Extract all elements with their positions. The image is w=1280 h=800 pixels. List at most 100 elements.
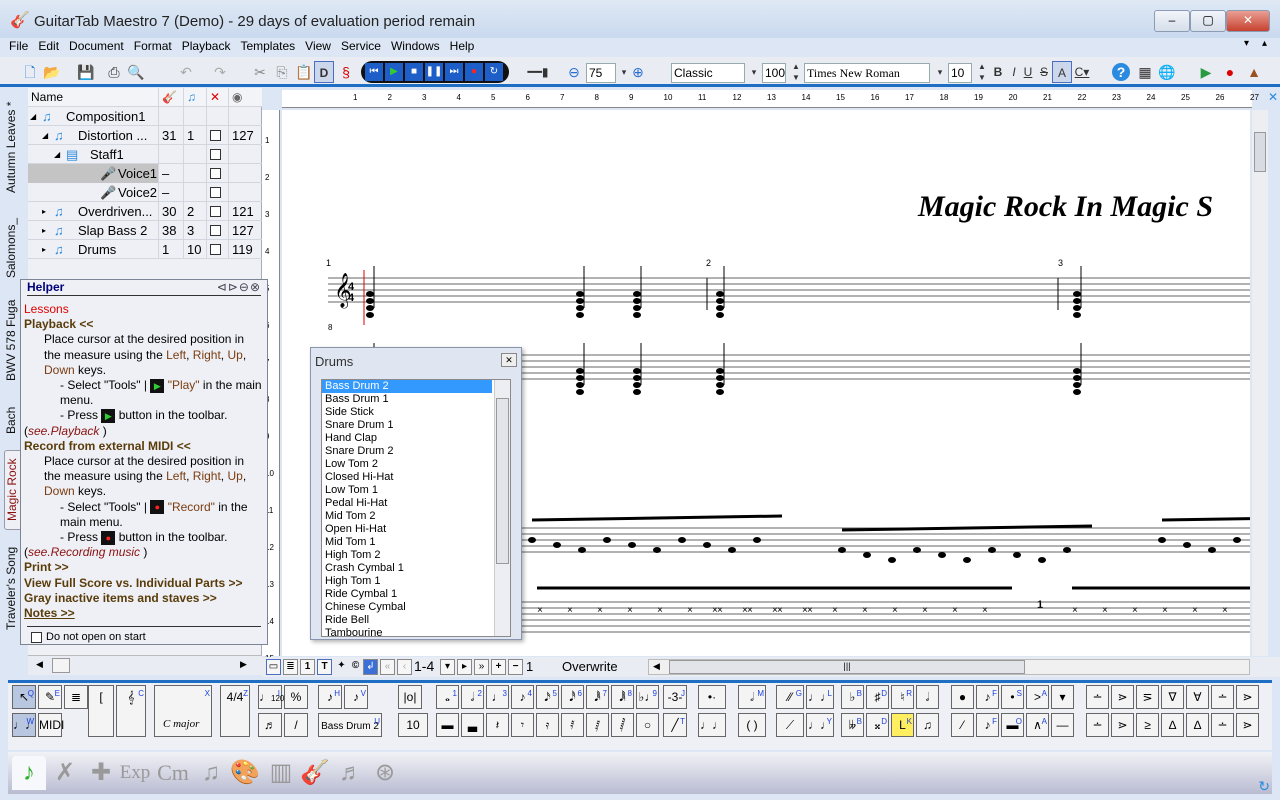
duration-button[interactable]: 𝅘𝅥𝅲 8 — [611, 685, 634, 709]
mute-checkbox[interactable] — [210, 130, 221, 141]
scroll-right-icon[interactable]: ▶ — [240, 659, 247, 670]
close-panel-icon[interactable]: ✕ — [1268, 90, 1278, 104]
drum-list-item[interactable]: High Tom 1 — [322, 575, 492, 588]
articulation-button[interactable]: ≥ — [1136, 713, 1159, 737]
record-button[interactable]: ● — [465, 63, 483, 81]
tree-hscrollbar[interactable]: ◀ ▶ — [28, 655, 262, 675]
articulation-button[interactable]: ∸ — [1086, 685, 1109, 709]
print-icon[interactable]: ⎙ — [104, 61, 124, 83]
new-icon[interactable]: 🗋 — [20, 61, 40, 83]
expand-arrow-icon[interactable]: ▸ — [42, 221, 46, 240]
score-title[interactable]: Magic Rock In Magic S — [917, 190, 1213, 223]
list-view-button[interactable]: ≣ — [283, 659, 298, 675]
tree-name-cell[interactable]: 🎤 Voice1 — [28, 164, 158, 183]
tree-row[interactable]: 🎤 Voice2– — [28, 183, 262, 202]
drum-list-item[interactable]: Snare Drum 2 — [322, 445, 492, 458]
score-scroll-left-icon[interactable]: ◀ — [653, 661, 660, 672]
notes-section[interactable]: Notes >> — [24, 606, 264, 619]
menu-format[interactable]: Format — [129, 38, 177, 54]
tree-row[interactable]: ◢ ▤ Staff1 — [28, 145, 262, 164]
voice-tool-button[interactable]: ♩♩ W — [12, 713, 37, 737]
vertical-scrollbar[interactable] — [1252, 110, 1268, 656]
lessons-link[interactable]: Lessons — [24, 302, 264, 317]
volume-slider[interactable]: ━━▮ — [518, 61, 558, 83]
duration-button[interactable]: 𝅘𝅥𝅯 5 — [536, 685, 559, 709]
mdi-close-icon[interactable]: ▴ — [1262, 38, 1267, 49]
name-column-header[interactable]: Name — [28, 88, 63, 107]
articulation-button[interactable]: ∇ — [1161, 685, 1184, 709]
pull-button[interactable]: ♪ F — [976, 713, 999, 737]
expand-arrow-icon[interactable]: ◢ — [30, 107, 36, 126]
close-button[interactable]: ✕ — [1226, 10, 1270, 32]
drum-list-item[interactable]: Side Stick — [322, 406, 492, 419]
drum-list-item[interactable]: Snare Drum 1 — [322, 419, 492, 432]
tree-name-cell[interactable]: ▸ ♫ Slap Bass 2 — [28, 221, 158, 240]
horizontal-ruler[interactable]: 1 2 3 4 5 6 7 8 9 10 11 12 13 14 15 16 17 18 19 20 21 22 23 24 2… — [282, 90, 1259, 108]
articulation-button[interactable]: ∸ — [1086, 713, 1109, 737]
text-a-button[interactable]: A — [1052, 61, 1072, 83]
redo-icon[interactable]: ↷ — [210, 61, 230, 83]
time-signature-button[interactable]: 4/4 Z — [220, 685, 250, 737]
palette-tab-icon[interactable]: 🎨 — [228, 756, 262, 790]
drum-list-item[interactable]: Bass Drum 2 — [322, 380, 492, 393]
duration-button[interactable]: 𝅘𝅥𝅱 7 — [586, 685, 609, 709]
drum-list-item[interactable]: Ride Bell — [322, 614, 492, 627]
view-mode-button[interactable]: ▭ — [266, 659, 281, 675]
expand-arrow-icon[interactable]: ▸ — [42, 202, 46, 221]
mute-checkbox[interactable] — [210, 149, 221, 160]
staccato-button[interactable]: • S — [1001, 685, 1024, 709]
menu-templates[interactable]: Templates — [235, 38, 300, 54]
zoom-out-icon[interactable]: ⊖ — [564, 61, 584, 83]
duration-button[interactable]: 𝅘𝅥𝅰 6 — [561, 685, 584, 709]
select-tool-button[interactable]: ↖ Q — [12, 685, 36, 709]
midi-button[interactable]: MIDI — [38, 713, 64, 737]
tools-tab-icon[interactable]: ✗ — [48, 756, 82, 790]
tree-row[interactable]: ▸ ♫ Drums 1 10 119 — [28, 240, 262, 259]
help-icon[interactable]: ? — [1112, 63, 1130, 81]
expression-tab-icon[interactable]: Exp — [118, 756, 152, 790]
duration-button[interactable]: ♪ 4 — [511, 685, 534, 709]
menu-document[interactable]: Document — [64, 38, 129, 54]
rest-button[interactable]: ▃ — [461, 713, 484, 737]
drum-list-item[interactable]: Mid Tom 2 — [322, 510, 492, 523]
page-dropdown-button[interactable]: ▾ — [440, 659, 455, 675]
font-size-input[interactable]: 10 — [948, 63, 972, 83]
last-page-button[interactable]: » — [474, 659, 489, 675]
tie-button[interactable]: ♩♩ — [698, 713, 726, 737]
dash-button[interactable]: — — [1051, 713, 1074, 737]
lines-tool-button[interactable]: ≣ — [64, 685, 88, 709]
see-playback-link[interactable]: see.Playback — [28, 424, 99, 438]
rest-button[interactable]: 𝅀 — [561, 713, 584, 737]
copy-icon[interactable]: ⎘ — [272, 61, 292, 83]
tree-scroll-thumb[interactable] — [52, 658, 70, 673]
mute-checkbox[interactable] — [210, 206, 221, 217]
articulation-button[interactable]: ⋗ — [1111, 685, 1134, 709]
open-icon[interactable]: 📂 — [42, 61, 62, 83]
full-score-section[interactable]: View Full Score vs. Individual Parts >> — [24, 576, 264, 591]
drum-select-button[interactable]: U Bass Drum 2 — [318, 713, 382, 737]
drum-list-item[interactable]: Closed Hi-Hat — [322, 471, 492, 484]
first-page-button[interactable]: « — [380, 659, 395, 675]
strike-button[interactable]: S — [1034, 61, 1054, 83]
hammer-button[interactable]: ♪ F — [976, 685, 999, 709]
drum-list-item[interactable]: Pedal Hi-Hat — [322, 497, 492, 510]
strong-accent-button[interactable]: ∧ A — [1026, 713, 1049, 737]
tree-row[interactable]: ◢ ♫ Composition1 — [28, 107, 262, 126]
duration-button[interactable]: ♩ 3 — [486, 685, 509, 709]
loop-button[interactable]: ↻ — [485, 63, 503, 81]
expand-arrow-icon[interactable]: ◢ — [54, 145, 60, 164]
guitar-tab-icon[interactable]: 🎸 — [298, 756, 332, 790]
menu-help[interactable]: Help — [445, 38, 480, 54]
prev-page-button[interactable]: ‹ — [397, 659, 412, 675]
color-button[interactable]: C▾ — [1072, 61, 1092, 83]
do-not-open-checkbox[interactable] — [31, 631, 42, 643]
double-flat-button[interactable]: 𝄫 B — [841, 713, 864, 737]
mute-checkbox[interactable] — [210, 187, 221, 198]
slide-in-button[interactable]: ⁄ — [951, 713, 974, 737]
drum-list-item[interactable]: High Tom 2 — [322, 549, 492, 562]
duration-button[interactable]: ♭♩ 9 — [636, 685, 659, 709]
tree-row[interactable]: ▸ ♫ Slap Bass 2 38 3 127 — [28, 221, 262, 240]
ghost-button[interactable]: 𝅗𝅥 — [916, 685, 939, 709]
pencil-tool-button[interactable]: ✎ E — [38, 685, 62, 709]
gliss-button[interactable]: ⁄⁄ G — [776, 685, 804, 709]
